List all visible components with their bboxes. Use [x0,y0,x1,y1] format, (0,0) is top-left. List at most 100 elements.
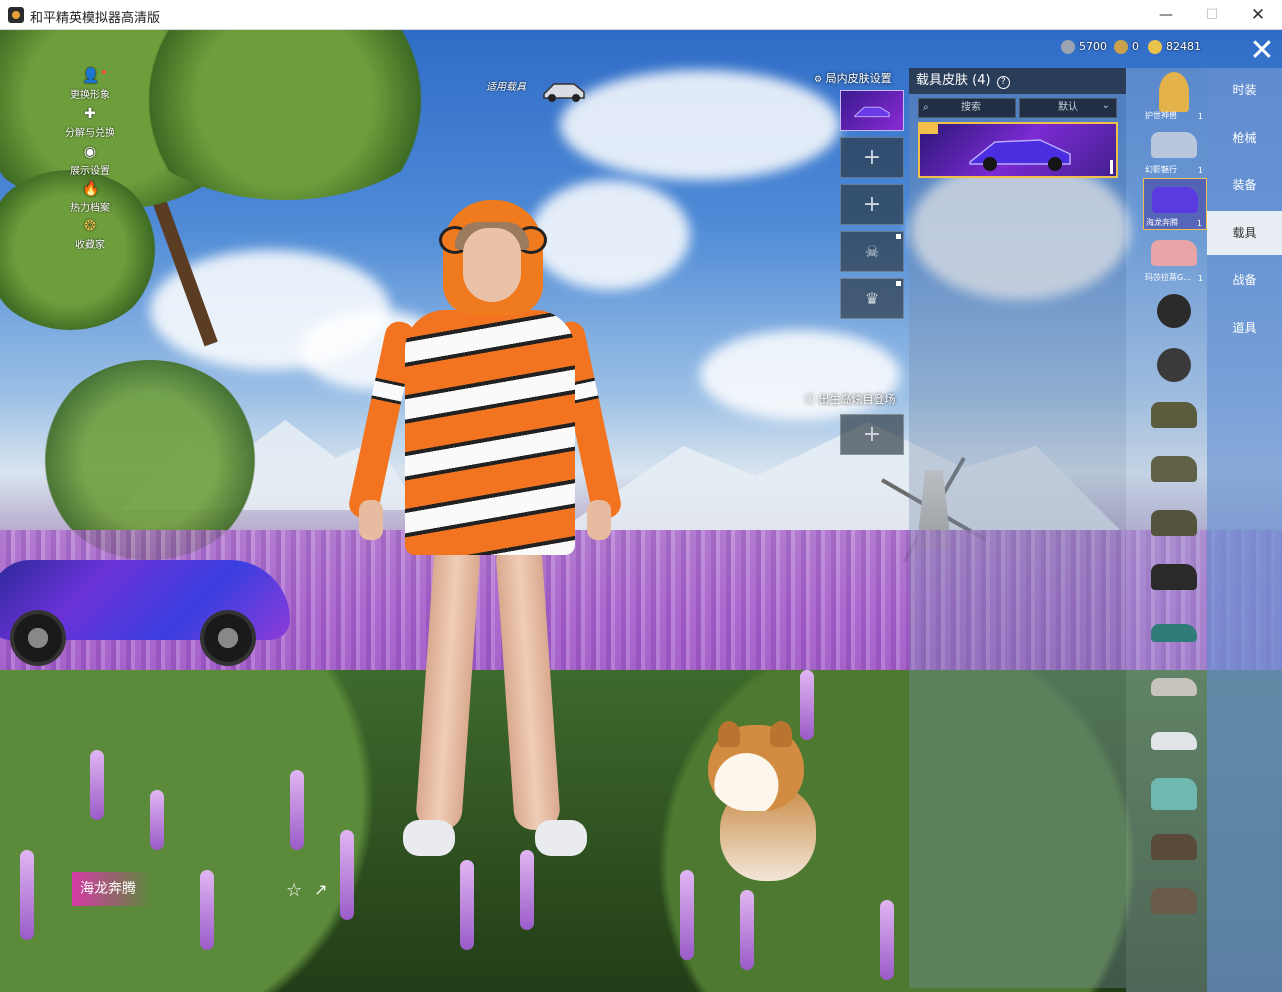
spawn-island-slot[interactable]: + [840,414,904,455]
vehicle-item-selected[interactable]: 海龙奔腾 1 [1143,178,1207,230]
lupin-flower [90,750,104,820]
app-logo-icon [8,7,24,23]
skin-search-input[interactable]: ⌕ 搜索 [918,98,1016,118]
vehicle-thumb [1152,187,1198,213]
minimize-button[interactable]: — [1143,0,1189,30]
jeep-thumb [1151,510,1197,536]
pet-ear [718,721,740,747]
tab-equipment[interactable]: 装备 [1207,163,1282,207]
vehicle-item[interactable]: 幻影魅行 1 [1143,124,1207,176]
help-icon[interactable]: ? [996,76,1010,89]
shiba-pet[interactable] [708,721,828,885]
slot-vehicle-thumb [854,106,890,118]
character-shoe [403,820,455,856]
skin-panel-header: 载具皮肤 (4) ? [909,68,1126,94]
scroll-indicator [1110,160,1113,174]
menu-change-appearance[interactable]: 👤 更换形象 [60,68,120,101]
menu-heat-profile[interactable]: 🔥 热力档案 [60,181,120,214]
van-thumb [1151,778,1197,810]
menu-label: 热力档案 [70,203,110,214]
vehicle-item[interactable] [1143,286,1207,338]
vehicle-item[interactable] [1143,880,1207,932]
silver-coin-value: 5700 [1079,40,1107,53]
lupin-flower [340,830,354,920]
tab-outfit[interactable]: 时装 [1207,68,1282,112]
lupin-flower [740,890,754,970]
tab-vehicles[interactable]: 载具 [1207,211,1282,255]
monster-truck-thumb [1151,564,1197,590]
skin-slot-2[interactable]: + [840,137,904,178]
jeep-thumb [1151,456,1197,482]
spawn-island-title: ⓘ 出生岛炫目登场 [804,393,896,406]
vehicle-item[interactable]: 玛莎拉蒂G... 1 [1143,232,1207,284]
lupin-flower [680,870,694,960]
puzzle-icon: ✚ [84,106,96,122]
vehicle-item[interactable] [1143,826,1207,878]
vehicle-item[interactable] [1143,610,1207,662]
eye-icon: ◉ [83,144,97,160]
vehicle-item[interactable] [1143,394,1207,446]
gear-icon: ⚙ [814,75,823,85]
share-icon[interactable]: ↗ [314,880,327,899]
vehicle-item[interactable] [1143,664,1207,716]
lupin-flower [290,770,304,850]
character-hand [359,500,383,540]
menu-decompose-exchange[interactable]: ✚ 分解与兑换 [60,106,120,139]
search-icon: ⌕ [923,102,929,113]
menu-label: 更换形象 [70,90,110,101]
help-icon: ⓘ [804,393,815,406]
skin-slot-locked-skull[interactable]: ☠ [840,231,904,272]
character-face [463,228,521,302]
player-character[interactable] [346,180,624,880]
sedan-thumb [1151,732,1197,750]
skin-card-selected[interactable] [918,122,1118,178]
vehicle-item[interactable]: 护世神兽 1 [1143,70,1207,122]
lock-icon [896,234,901,239]
gold-coin-value: 82481 [1166,40,1201,53]
vehicle-item[interactable] [1143,556,1207,608]
medal-coin-icon [1114,40,1128,54]
notification-dot [102,70,106,74]
equipped-tag [920,124,938,134]
vehicle-thumb [1151,132,1197,158]
maximize-button[interactable]: ☐ [1189,0,1235,30]
skin-slot-1[interactable] [840,90,904,131]
menu-display-settings[interactable]: ◉ 展示设置 [60,144,120,177]
skull-icon: ☠ [864,242,880,261]
silver-coin-icon [1061,40,1075,54]
applied-vehicle-icon[interactable] [540,76,588,104]
collection-icon: ❂ [84,218,96,234]
sort-dropdown[interactable]: 默认 ⌄ [1019,98,1117,118]
sedan-thumb [1151,678,1197,696]
tab-weapons[interactable]: 枪械 [1207,116,1282,160]
menu-label: 分解与兑换 [65,128,115,139]
crown-icon: ♛ [864,289,880,308]
close-window-button[interactable]: ✕ [1235,0,1281,30]
vehicle-skin-panel: 载具皮肤 (4) ? [909,68,1126,988]
vehicle-wheel [200,610,256,666]
skin-slot-locked-crown[interactable]: ♛ [840,278,904,319]
window-title: 和平精英模拟器高清版 [30,11,161,26]
favorite-star-icon[interactable]: ☆ [286,880,302,901]
tab-items[interactable]: 道具 [1207,306,1282,350]
vehicle-item[interactable] [1143,772,1207,824]
clownfish-dress [405,310,575,555]
flame-icon: 🔥 [82,181,100,197]
motorcycle-thumb [1157,348,1191,382]
vehicle-model[interactable] [0,520,310,670]
menu-collector[interactable]: ❂ 收藏家 [60,218,120,251]
emulator-window: 和平精英模拟器高清版 — ☐ ✕ 👤 更换形象 ✚ 分解与兑换 ◉ 展示设置 🔥… [0,0,1282,992]
character-leg [494,538,562,832]
vehicle-item[interactable] [1143,502,1207,554]
lupin-flower [200,870,214,950]
vehicle-item[interactable] [1143,448,1207,500]
vehicle-item[interactable] [1143,340,1207,392]
sedan-thumb [1151,624,1197,642]
vehicle-item[interactable] [1143,718,1207,770]
close-icon[interactable]: ✕ [1244,36,1280,66]
selected-skin-name: 海龙奔腾 [72,872,152,906]
tab-combat-gear[interactable]: 战备 [1207,258,1282,302]
person-icon: 👤 [82,68,100,84]
skin-slot-3[interactable]: + [840,184,904,225]
lupin-flower [150,790,164,850]
